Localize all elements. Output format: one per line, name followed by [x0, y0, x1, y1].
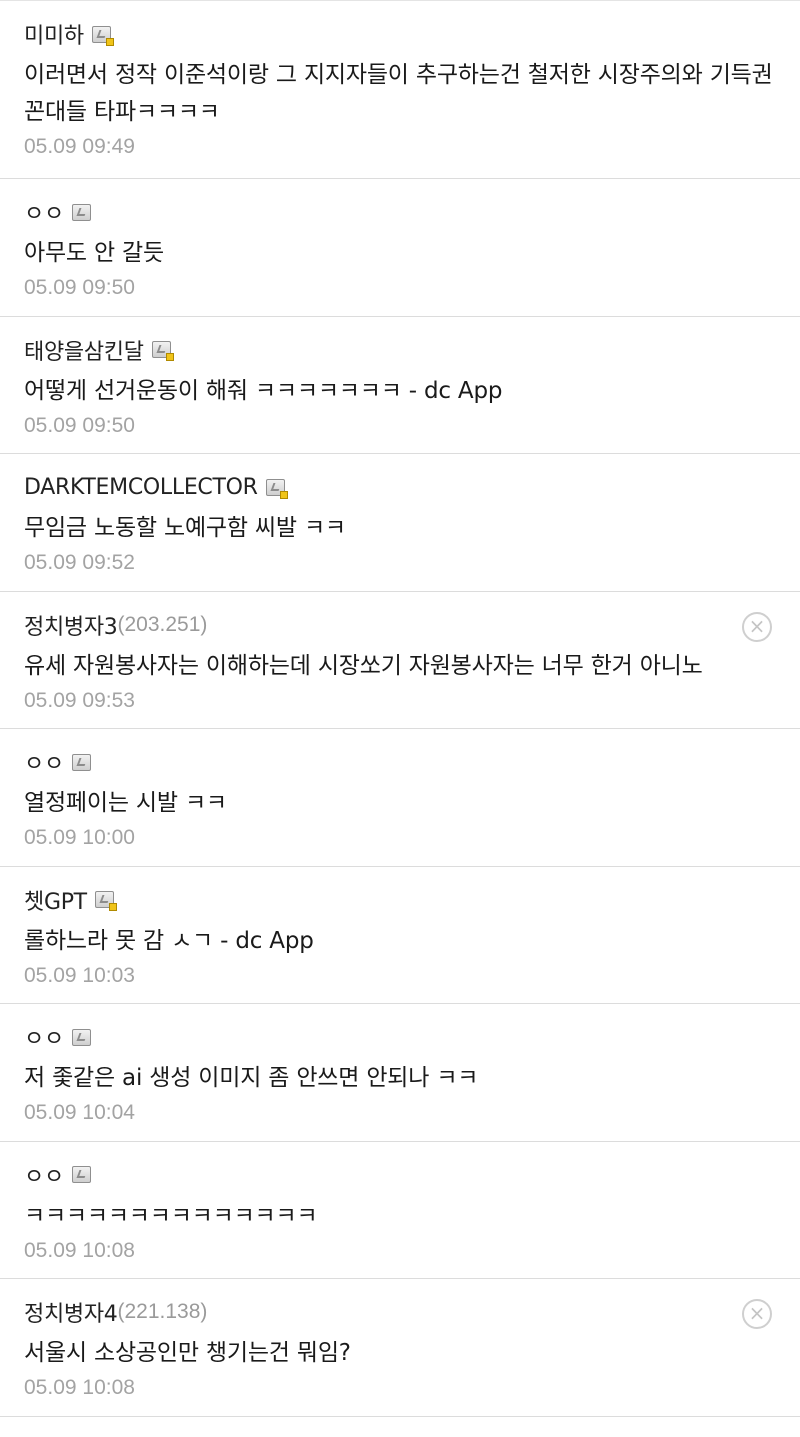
delete-comment-icon[interactable]: × — [742, 611, 772, 642]
comment-text: 롤하느라 못 감 ㅅㄱ - dc App — [24, 927, 314, 954]
comment-nickname[interactable]: ㅇㅇ — [24, 1159, 64, 1191]
comment-item: ㅇㅇ 열정페이는 시발 ㅋㅋ 05.09 10:00 — [0, 729, 800, 867]
comment-item: ㅇㅇ 아무도 안 갈듯 05.09 09:50 — [0, 179, 800, 317]
comment-nickname[interactable]: ㅇㅇ — [24, 746, 64, 778]
gallog-icon[interactable] — [71, 203, 91, 221]
comment-date: 05.09 10:08 — [24, 1238, 135, 1262]
comment-item: 쳇GPT 롤하느라 못 감 ㅅㄱ - dc App 05.09 10:03 — [0, 867, 800, 1004]
comment-text: 무임금 노동할 노예구함 씨발 ㅋㅋ — [24, 515, 346, 541]
comment-item: 정치병자3 (203.251) 유세 자원봉사자는 이해하는데 시장쏘기 자원봉… — [0, 592, 800, 729]
nick-row: DARKTEMCOLLECTOR — [24, 470, 776, 504]
comment-text: 아무도 안 갈듯 — [24, 240, 164, 266]
gallog-icon[interactable] — [91, 25, 114, 46]
delete-comment-icon[interactable]: × — [742, 1299, 772, 1329]
comment-item: ㅇㅇ 저 좇같은 ai 생성 이미지 좀 안쓰면 안되나 ㅋㅋ 05.09 10… — [0, 1004, 800, 1142]
nick-row: 미미하 — [24, 17, 776, 51]
comment-date: 05.09 09:53 — [24, 688, 135, 712]
nick-row: 정치병자4 (221.138) — [24, 1295, 776, 1329]
comment-text: 이러면서 정작 이준석이랑 그 지지자들이 추구하는건 철저한 시장주의와 기득… — [24, 62, 773, 125]
comment-nickname[interactable]: 태양을삼킨달 — [24, 334, 144, 366]
nick-row: ㅇㅇ — [24, 1158, 776, 1192]
nick-row: 태양을삼킨달 — [24, 333, 776, 367]
comment-text: 저 좇같은 ai 생성 이미지 좀 안쓰면 안되나 ㅋㅋ — [24, 1065, 479, 1091]
comment-item: 미미하 이러면서 정작 이준석이랑 그 지지자들이 추구하는건 철저한 시장주의… — [0, 1, 800, 179]
comment-ip: (221.138) — [117, 1300, 208, 1323]
comment-ip: (203.251) — [117, 612, 208, 636]
nick-row: 정치병자3 (203.251) — [24, 608, 776, 642]
nick-row: ㅇㅇ — [24, 195, 776, 229]
comment-date: 05.09 10:00 — [24, 826, 135, 849]
comment-text: 서울시 소상공인만 챙기는건 뭐임? — [24, 1340, 351, 1366]
comment-date: 05.09 10:08 — [24, 1376, 135, 1399]
comment-date: 05.09 09:52 — [24, 551, 135, 574]
comment-text: 유세 자원봉사자는 이해하는데 시장쏘기 자원봉사자는 너무 한거 아니노 — [24, 652, 703, 679]
comment-text: 열정페이는 시발 ㅋㅋ — [24, 790, 227, 816]
nick-row: ㅇㅇ — [24, 1020, 776, 1054]
comment-date: 05.09 09:50 — [24, 276, 135, 299]
comment-nickname[interactable]: DARKTEMCOLLECTOR — [24, 475, 258, 500]
comment-text: 어떻게 선거운동이 해줘 ㅋㅋㅋㅋㅋㅋㅋ - dc App — [24, 377, 503, 404]
gallog-icon[interactable] — [71, 1028, 91, 1046]
comment-nickname: 정치병자4 — [24, 1302, 118, 1327]
comment-date: 05.09 09:50 — [24, 413, 135, 437]
comment-nickname[interactable]: 미미하 — [24, 18, 84, 50]
nick-row: 쳇GPT — [24, 883, 776, 917]
gallog-icon[interactable] — [151, 341, 174, 361]
gallog-icon[interactable] — [94, 891, 117, 911]
comment-nickname[interactable]: ㅇㅇ — [24, 1021, 64, 1053]
comment-date: 05.09 09:49 — [24, 135, 135, 158]
gallog-icon[interactable] — [265, 478, 288, 499]
comment-nickname[interactable]: 쳇GPT — [24, 884, 87, 916]
gallog-icon[interactable] — [71, 753, 91, 771]
comment-nickname[interactable]: ㅇㅇ — [24, 196, 64, 228]
comment-item: ㅇㅇ ㅋㅋㅋㅋㅋㅋㅋㅋㅋㅋㅋㅋㅋㅋ 05.09 10:08 — [0, 1142, 800, 1279]
comment-item: DARKTEMCOLLECTOR 무임금 노동할 노예구함 씨발 ㅋㅋ 05.0… — [0, 454, 800, 592]
comment-date: 05.09 10:04 — [24, 1101, 135, 1124]
comment-nickname: 정치병자3 — [24, 614, 118, 640]
comment-item: 정치병자4 (221.138) 서울시 소상공인만 챙기는건 뭐임? 05.09… — [0, 1279, 800, 1417]
comment-date: 05.09 10:03 — [24, 963, 135, 987]
nick-row: ㅇㅇ — [24, 745, 776, 779]
comment-item: 태양을삼킨달 어떻게 선거운동이 해줘 ㅋㅋㅋㅋㅋㅋㅋ - dc App 05.… — [0, 317, 800, 454]
gallog-icon[interactable] — [71, 1166, 91, 1183]
comment-text: ㅋㅋㅋㅋㅋㅋㅋㅋㅋㅋㅋㅋㅋㅋ — [24, 1202, 318, 1229]
